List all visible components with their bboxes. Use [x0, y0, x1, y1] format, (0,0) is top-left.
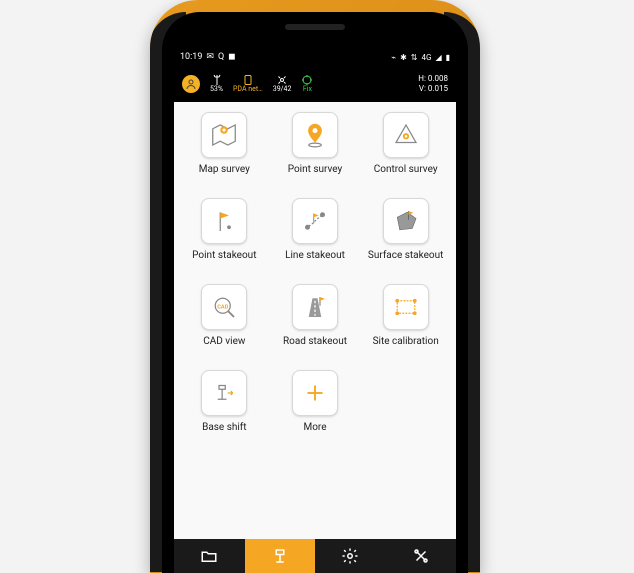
line-stakeout-tile[interactable]: Line stakeout [271, 198, 360, 280]
survey-icon [271, 547, 289, 565]
map-survey-icon [201, 112, 247, 158]
tile-label: Site calibration [373, 336, 439, 347]
bluetooth-icon: ✱ [400, 53, 407, 62]
v-precision: V: 0.015 [418, 84, 448, 94]
avatar-icon [182, 75, 200, 93]
tile-label: Point survey [288, 164, 343, 175]
signal-icon: ◢ [435, 53, 441, 62]
app-icon: ◼ [228, 52, 235, 62]
point-stakeout-icon [201, 198, 247, 244]
control-survey-icon [383, 112, 429, 158]
tools-icon [412, 547, 430, 565]
tile-label: Map survey [199, 164, 250, 175]
surface-stakeout-icon [383, 198, 429, 244]
satellites-status[interactable]: 39/42 [269, 74, 296, 94]
more-icon [292, 370, 338, 416]
svg-text:CAD: CAD [218, 304, 229, 310]
h-precision: H: 0.008 [418, 74, 448, 84]
bottom-nav [174, 539, 456, 573]
tile-label: Surface stakeout [368, 250, 443, 261]
tile-label: Line stakeout [285, 250, 345, 261]
map-survey-tile[interactable]: Map survey [180, 112, 269, 194]
battery-status[interactable]: 53% [206, 74, 227, 94]
battery-icon: ▮ [446, 53, 450, 62]
folder-icon [200, 547, 218, 565]
nav-survey[interactable] [245, 539, 316, 573]
site-calibration-icon [383, 284, 429, 330]
device-frame: 10:19 ✉ Q ◼ ⌁ ✱ ⇅ 4G ◢ ▮ [150, 0, 480, 573]
function-grid: Map survey Point survey Control survey [174, 102, 456, 539]
more-tile[interactable]: More [271, 370, 360, 452]
tile-label: Road stakeout [283, 336, 347, 347]
point-survey-tile[interactable]: Point survey [271, 112, 360, 194]
mail-icon: ✉ [206, 52, 214, 62]
tile-label: CAD view [203, 336, 245, 347]
tile-label: Control survey [374, 164, 438, 175]
surface-stakeout-tile[interactable]: Surface stakeout [361, 198, 450, 280]
nav-folder[interactable] [174, 539, 245, 573]
road-stakeout-icon [292, 284, 338, 330]
tile-label: Base shift [202, 422, 246, 433]
gear-icon [341, 547, 359, 565]
site-calibration-tile[interactable]: Site calibration [361, 284, 450, 366]
profile-button[interactable] [178, 75, 204, 93]
q-icon: Q [218, 52, 224, 62]
fix-status[interactable]: Fix [297, 74, 317, 94]
data-icon: ⇅ [411, 53, 418, 62]
line-stakeout-icon [292, 198, 338, 244]
tile-label: Point stakeout [192, 250, 256, 261]
status-bar: 10:19 ✉ Q ◼ ⌁ ✱ ⇅ 4G ◢ ▮ [174, 48, 456, 66]
network-label: 4G [421, 53, 431, 62]
screen: 10:19 ✉ Q ◼ ⌁ ✱ ⇅ 4G ◢ ▮ [174, 48, 456, 573]
control-survey-tile[interactable]: Control survey [361, 112, 450, 194]
base-shift-tile[interactable]: Base shift [180, 370, 269, 452]
pda-status[interactable]: PDA net… [229, 74, 267, 94]
nav-settings[interactable] [315, 539, 386, 573]
vpn-icon: ⌁ [391, 53, 396, 62]
road-stakeout-tile[interactable]: Road stakeout [271, 284, 360, 366]
status-time: 10:19 [180, 52, 202, 62]
nav-tools[interactable] [386, 539, 457, 573]
point-stakeout-tile[interactable]: Point stakeout [180, 198, 269, 280]
app-header: 53% PDA net… 39/42 Fix H: 0.008 V: 0.015 [174, 66, 456, 102]
tile-label: More [303, 422, 326, 433]
base-shift-icon [201, 370, 247, 416]
cad-view-icon: CAD [201, 284, 247, 330]
cad-view-tile[interactable]: CAD CAD view [180, 284, 269, 366]
point-survey-icon [292, 112, 338, 158]
precision-readout[interactable]: H: 0.008 V: 0.015 [418, 74, 452, 93]
